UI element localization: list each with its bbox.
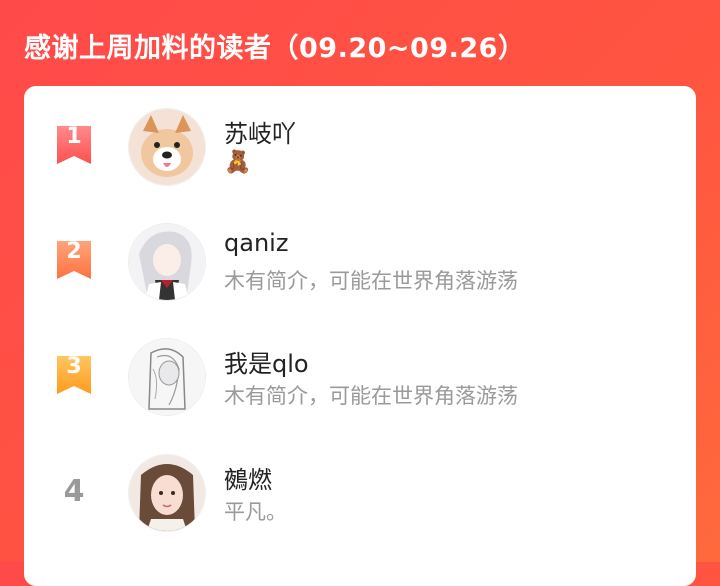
avatar[interactable] <box>128 108 206 186</box>
avatar[interactable] <box>128 223 206 301</box>
avatar[interactable] <box>128 338 206 416</box>
avatar[interactable] <box>128 454 206 532</box>
reader-bio: 木有简介，可能在世界角落游荡 <box>224 384 518 408</box>
reader-bio: 木有简介，可能在世界角落游荡 <box>224 269 518 293</box>
reader-name: 我是qlo <box>224 350 309 378</box>
list-item[interactable]: 4 鵺燃 平凡。 <box>24 454 696 554</box>
reader-name: 苏岐吖 <box>224 120 296 148</box>
reader-bio: 平凡。 <box>224 500 287 524</box>
reader-name: 鵺燃 <box>224 466 272 494</box>
list-item[interactable]: 2 qaniz 木有简介，可能在世界角落游荡 <box>24 223 696 323</box>
reader-bio: 🧸 <box>224 150 252 175</box>
list-item[interactable]: 1 苏岐吖 🧸 <box>24 108 696 208</box>
reader-list: 1 苏岐吖 🧸 2 qaniz 木有简介，可能在世界角落游荡 3 我是qlo 木… <box>24 86 696 586</box>
rank-badge-silver: 2 <box>54 237 94 279</box>
rank-badge-bronze: 3 <box>54 352 94 394</box>
rank-number: 3 <box>66 354 82 379</box>
rank-badge-gold: 1 <box>54 122 94 164</box>
rank-number: 2 <box>66 239 82 264</box>
rank-number: 1 <box>66 124 82 149</box>
list-item[interactable]: 3 我是qlo 木有简介，可能在世界角落游荡 <box>24 338 696 438</box>
page-title: 感谢上周加料的读者（09.20~09.26） <box>24 33 526 64</box>
rank-number: 4 <box>63 474 85 509</box>
reader-name: qaniz <box>224 229 289 257</box>
